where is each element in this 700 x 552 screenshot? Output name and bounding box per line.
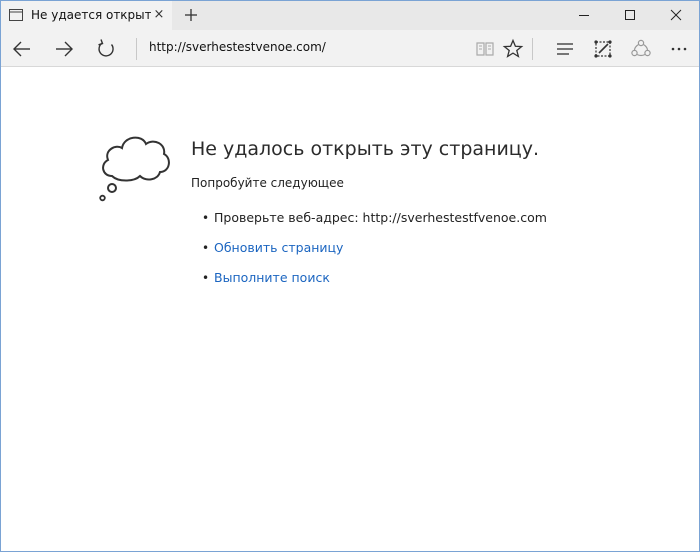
- more-icon[interactable]: [667, 37, 691, 61]
- suggestion-check-address: • Проверьте веб-адрес: http://sverhestes…: [202, 210, 547, 240]
- tab-title: Не удается открыть эту: [31, 8, 151, 22]
- suggestion-refresh: • Обновить страницу: [202, 240, 547, 270]
- suggestion-search: • Выполните поиск: [202, 270, 547, 300]
- browser-window: Не удается открыть эту ×: [0, 0, 700, 552]
- bullet: •: [202, 271, 210, 285]
- web-note-icon[interactable]: [591, 37, 615, 61]
- refresh-icon[interactable]: [93, 36, 119, 62]
- address-bar[interactable]: [149, 40, 449, 54]
- check-address-text: Проверьте веб-адрес: http://sverhestestf…: [214, 210, 547, 225]
- forward-arrow-icon[interactable]: [51, 36, 77, 62]
- close-icon[interactable]: [653, 1, 699, 30]
- reading-view-icon[interactable]: [473, 37, 497, 61]
- maximize-icon[interactable]: [607, 1, 653, 30]
- title-bar: Не удается открыть эту ×: [1, 1, 699, 30]
- back-arrow-icon[interactable]: [9, 36, 35, 62]
- browser-tab[interactable]: Не удается открыть эту ×: [1, 1, 172, 30]
- new-tab-icon[interactable]: [182, 6, 200, 24]
- search-link[interactable]: Выполните поиск: [214, 270, 330, 285]
- error-page: Не удалось открыть эту страницу. Попробу…: [1, 68, 699, 551]
- thought-cloud-icon: [99, 136, 170, 202]
- favorite-star-icon[interactable]: [501, 37, 525, 61]
- bullet: •: [202, 241, 210, 255]
- suggestion-list: • Проверьте веб-адрес: http://sverhestes…: [202, 210, 547, 300]
- share-icon[interactable]: [629, 37, 653, 61]
- error-subtitle: Попробуйте следующее: [191, 176, 344, 190]
- toolbar-separator: [532, 38, 533, 60]
- bullet: •: [202, 211, 210, 225]
- hub-icon[interactable]: [553, 37, 577, 61]
- refresh-page-link[interactable]: Обновить страницу: [214, 240, 343, 255]
- tab-close-icon[interactable]: ×: [152, 8, 166, 22]
- navigation-bar: [1, 30, 699, 67]
- page-icon: [9, 9, 23, 21]
- address-separator: [136, 38, 137, 60]
- error-title: Не удалось открыть эту страницу.: [191, 138, 540, 160]
- minimize-icon[interactable]: [561, 1, 607, 30]
